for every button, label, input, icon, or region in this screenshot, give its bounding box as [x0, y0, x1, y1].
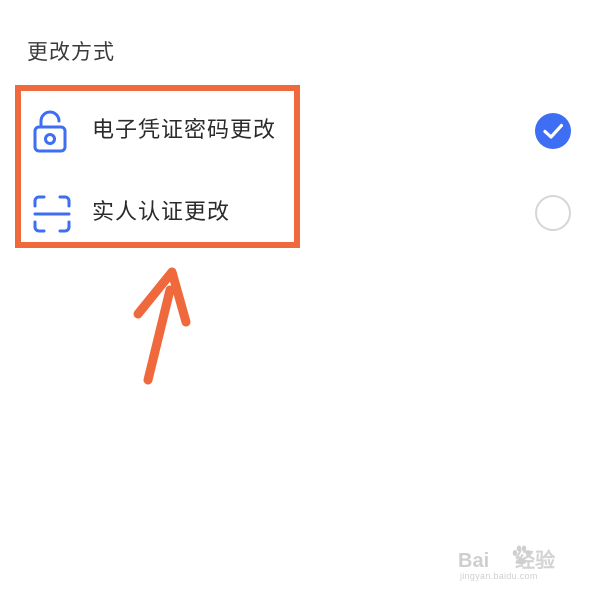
face-scan-icon	[32, 192, 72, 236]
radio-checked-password-change[interactable]	[535, 113, 571, 149]
radio-unchecked-face-verification[interactable]	[535, 195, 571, 231]
option-label-face-verification: 实人认证更改	[92, 200, 231, 225]
unlock-icon	[32, 110, 72, 154]
watermark-url: jingyan.baidu.com	[460, 571, 538, 581]
option-label-password-change: 电子凭证密码更改	[92, 118, 277, 143]
option-row-face-verification[interactable]: 实人认证更改	[0, 178, 600, 248]
section-title: 更改方式	[27, 40, 115, 64]
baidu-jingyan-watermark: Bai 经验 jingyan.baidu.com	[458, 540, 588, 590]
checkmark-icon	[543, 123, 564, 139]
payment-method-settings-page: 更改方式 电子凭证密码更改 实人认证更改 Bai 经验 jingyan.baid…	[0, 0, 600, 600]
option-row-password-change[interactable]: 电子凭证密码更改	[0, 96, 600, 166]
watermark-brand: Bai 经验	[458, 550, 556, 572]
paw-icon	[512, 545, 531, 565]
arrow-up-icon	[133, 267, 191, 385]
